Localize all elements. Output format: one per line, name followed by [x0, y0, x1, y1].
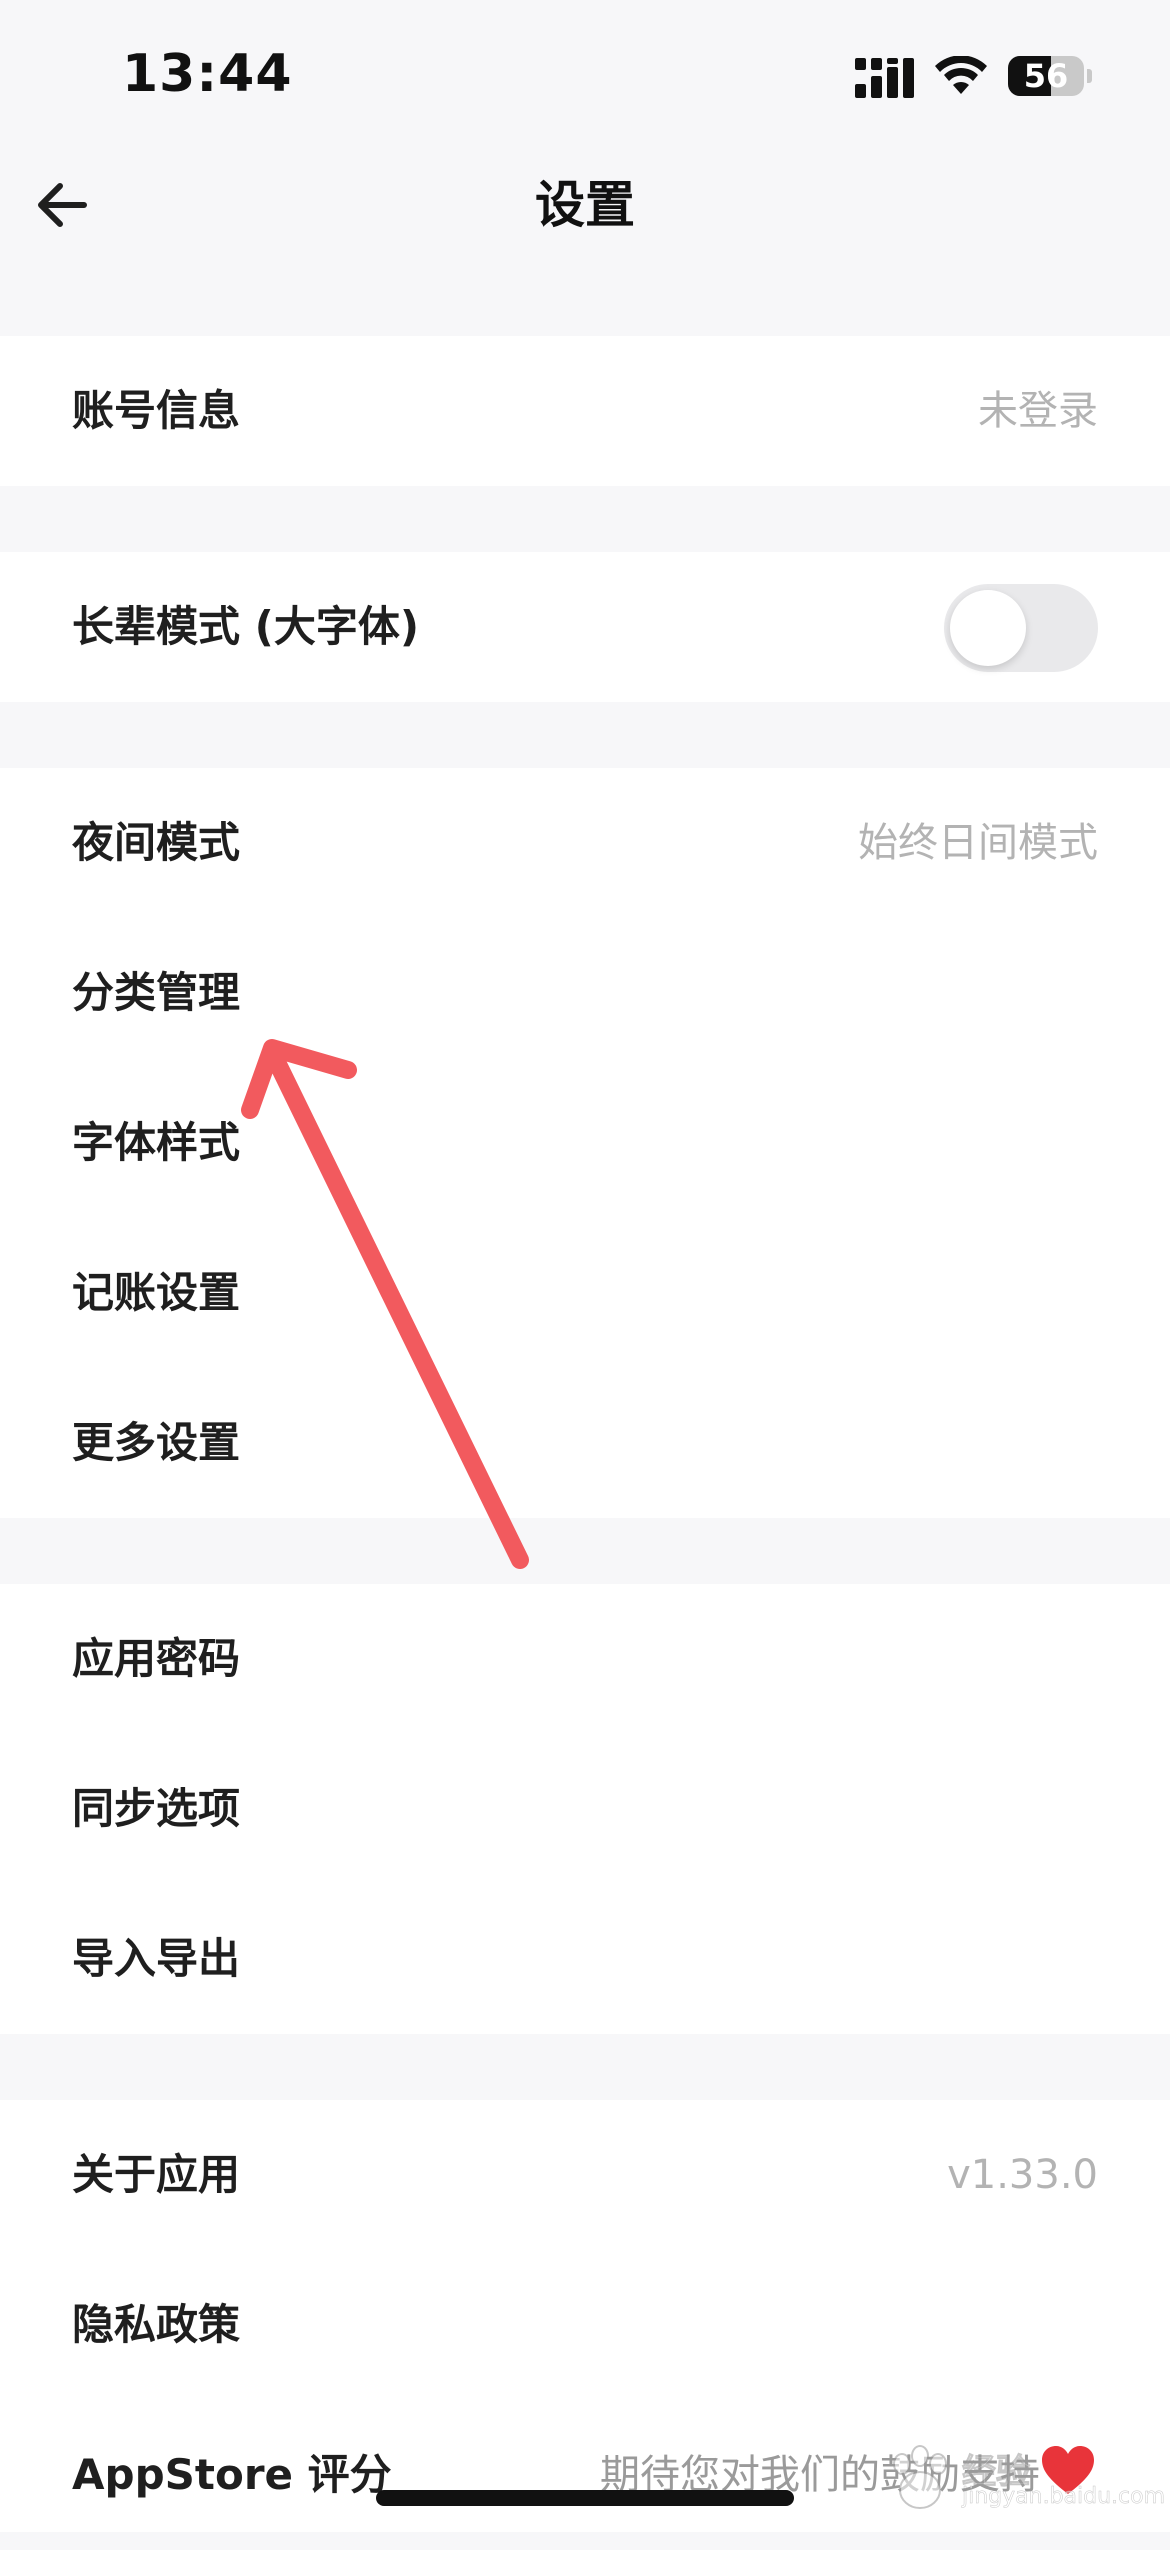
- row-value: 始终日间模式: [858, 820, 1098, 866]
- battery-percentage: 56: [1023, 57, 1069, 95]
- settings-row-night-mode[interactable]: 夜间模式 始终日间模式: [0, 768, 1170, 918]
- row-label: 应用密码: [72, 1634, 241, 1683]
- settings-group-display: 夜间模式 始终日间模式 分类管理 字体样式 记账设置 更多设置: [0, 768, 1170, 1518]
- row-label: 长辈模式 (大字体): [72, 602, 420, 651]
- page-title: 设置: [535, 176, 635, 234]
- settings-row-more-settings[interactable]: 更多设置: [0, 1368, 1170, 1518]
- settings-row-account-info[interactable]: 账号信息 未登录: [0, 336, 1170, 486]
- navigation-bar: 设置: [0, 150, 1170, 265]
- toggle-knob: [950, 590, 1026, 666]
- settings-row-font-style[interactable]: 字体样式: [0, 1068, 1170, 1218]
- row-label: 同步选项: [72, 1784, 241, 1833]
- home-indicator[interactable]: [376, 2490, 794, 2506]
- elder-mode-toggle[interactable]: [944, 584, 1098, 672]
- settings-group-elder-mode: 长辈模式 (大字体): [0, 552, 1170, 702]
- row-label: 夜间模式: [72, 818, 241, 867]
- cellular-signal-icon: [855, 58, 914, 98]
- settings-row-elder-mode: 长辈模式 (大字体): [0, 552, 1170, 702]
- row-value: 未登录: [978, 388, 1098, 434]
- paw-logo-icon: [893, 2445, 947, 2509]
- settings-row-privacy-policy[interactable]: 隐私政策: [0, 2250, 1170, 2400]
- row-label: 隐私政策: [72, 2300, 241, 2349]
- watermark-subtext: jingyan.baidu.com: [962, 2484, 1166, 2510]
- status-time: 13:44: [122, 44, 293, 104]
- settings-row-bookkeeping[interactable]: 记账设置: [0, 1218, 1170, 1368]
- row-label: 字体样式: [72, 1118, 241, 1167]
- battery-indicator: 56: [1008, 56, 1084, 96]
- battery-cap: [1087, 69, 1092, 83]
- settings-row-app-password[interactable]: 应用密码: [0, 1584, 1170, 1734]
- settings-row-sync-options[interactable]: 同步选项: [0, 1734, 1170, 1884]
- settings-row-category-management[interactable]: 分类管理: [0, 918, 1170, 1068]
- settings-group-data: 应用密码 同步选项 导入导出: [0, 1584, 1170, 2034]
- settings-row-import-export[interactable]: 导入导出: [0, 1884, 1170, 2034]
- watermark: 经验 jingyan.baidu.com: [880, 2440, 1165, 2520]
- row-label: 分类管理: [72, 968, 241, 1017]
- row-label: 关于应用: [72, 2150, 241, 2199]
- settings-group-account: 账号信息 未登录: [0, 336, 1170, 486]
- row-label: 账号信息: [72, 386, 241, 435]
- settings-row-about-app[interactable]: 关于应用 v1.33.0: [0, 2100, 1170, 2250]
- status-bar: 13:44 56: [0, 0, 1170, 150]
- row-label: 导入导出: [72, 1934, 241, 1983]
- row-value: v1.33.0: [947, 2152, 1098, 2198]
- row-label: 记账设置: [72, 1268, 241, 1317]
- row-label: AppStore 评分: [72, 2450, 392, 2499]
- row-label: 更多设置: [72, 1418, 241, 1467]
- wifi-icon: [935, 56, 987, 94]
